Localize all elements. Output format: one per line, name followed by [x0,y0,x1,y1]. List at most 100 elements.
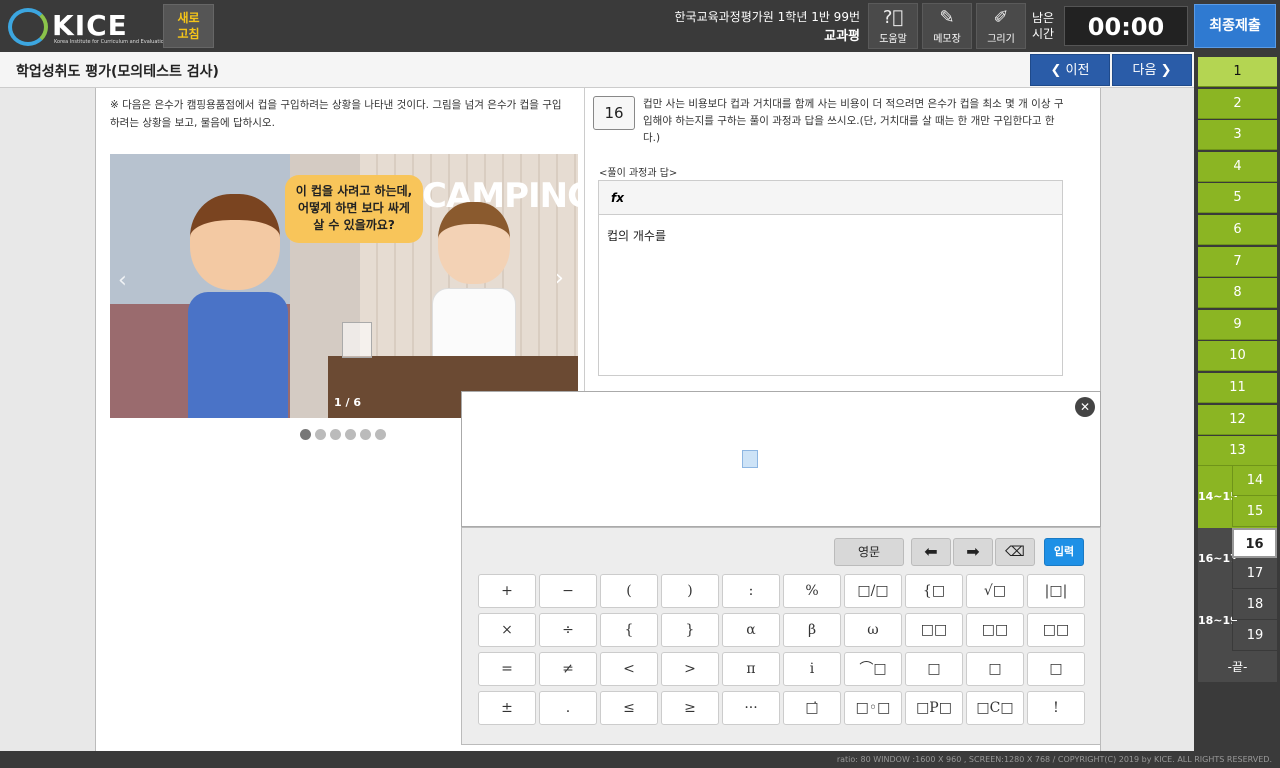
math-key[interactable]: {□ [905,574,963,608]
equation-input-area[interactable]: ✕ [461,391,1101,527]
math-key[interactable]: ± [478,691,536,725]
prev-button[interactable]: ❮ 이전 [1030,54,1110,86]
equation-input-button[interactable]: 입력 [1044,538,1084,566]
math-key[interactable]: × [478,613,536,647]
math-key[interactable]: □□ [905,613,963,647]
math-key[interactable]: − [539,574,597,608]
answer-box[interactable]: fx 컵의 개수를 [598,180,1063,376]
next-button[interactable]: 다음 ❯ [1112,54,1192,86]
math-key[interactable]: □□ [966,613,1024,647]
math-key[interactable]: ≠ [539,652,597,686]
math-key[interactable]: □□ [1027,613,1085,647]
help-label: 도움말 [879,34,907,45]
slide-prev-arrow[interactable]: ‹ [118,268,127,293]
math-key[interactable]: } [661,613,719,647]
math-key[interactable]: = [478,652,536,686]
backspace-icon[interactable]: ⌫ [995,538,1035,566]
math-key[interactable]: □̇ [783,691,841,725]
equation-cursor-box[interactable] [742,450,758,468]
arrow-right-icon[interactable]: ➡ [953,538,993,566]
draw-button[interactable]: ✐ 그리기 [976,3,1026,49]
math-key[interactable]: ( [600,574,658,608]
final-submit-button[interactable]: 최종제출 [1194,4,1276,48]
math-key[interactable]: □◦□ [844,691,902,725]
math-key[interactable]: □/□ [844,574,902,608]
question-button[interactable]: 5 [1198,183,1277,214]
close-icon[interactable]: ✕ [1075,397,1095,417]
math-key[interactable]: > [661,652,719,686]
question-button[interactable]: 17 [1232,559,1277,589]
question-button[interactable]: 19 [1232,621,1277,651]
math-key[interactable]: ! [1027,691,1085,725]
math-key[interactable]: : [722,574,780,608]
question-button[interactable]: 3 [1198,120,1277,151]
math-key[interactable]: { [600,613,658,647]
arrow-left-icon[interactable]: ⬅ [911,538,951,566]
question-button[interactable]: 15 [1232,497,1277,527]
answer-text[interactable]: 컵의 개수를 [599,215,1062,256]
math-key[interactable]: |□| [1027,574,1085,608]
math-key[interactable]: ≤ [600,691,658,725]
math-key[interactable]: ÷ [539,613,597,647]
end-button[interactable]: -끝- [1198,652,1277,682]
question-button[interactable]: 12 [1198,404,1277,435]
math-key[interactable]: □C□ [966,691,1024,725]
math-key[interactable]: + [478,574,536,608]
bubble-line-2: 어떻게 하면 보다 싸게 [298,201,410,215]
help-button[interactable]: ?⃝ 도움말 [868,3,918,49]
math-key[interactable]: □P□ [905,691,963,725]
slide-dot[interactable] [315,429,326,440]
question-button[interactable]: 8 [1198,278,1277,309]
question-button[interactable]: 4 [1198,151,1277,182]
math-key[interactable]: √□ [966,574,1024,608]
panel-divider [584,88,585,391]
question-button[interactable]: 2 [1198,88,1277,119]
clerk-body [432,288,516,362]
student-class: 한국교육과정평가원 1학년 1반 99번 [674,10,860,24]
slide-dot[interactable] [330,429,341,440]
kice-logo: KICE Korea Institute for Curriculum and … [8,6,167,46]
kice-logo-icon [8,8,48,46]
question-button[interactable]: 18 [1232,590,1277,620]
math-key[interactable]: □ [966,652,1024,686]
slide-dot[interactable] [375,429,386,440]
slide-dot[interactable] [345,429,356,440]
math-key[interactable]: ω [844,613,902,647]
math-key[interactable]: i [783,652,841,686]
math-key[interactable]: α [722,613,780,647]
question-button[interactable]: 9 [1198,309,1277,340]
math-key[interactable]: ≥ [661,691,719,725]
math-key[interactable]: . [539,691,597,725]
answer-label: <풀이 과정과 답> [599,168,678,179]
eunsu-body [188,292,288,418]
equation-keypad: 영문 ⬅ ➡ ⌫ 입력 + −():% □/□ {□ √□ |□| × ÷{} α β ω □□ □□ □… [461,527,1101,745]
question-button[interactable]: 13 [1198,436,1277,467]
math-key[interactable]: ··· [722,691,780,725]
question-button[interactable]: 1 [1198,57,1277,87]
math-key[interactable]: □ [905,652,963,686]
math-key[interactable]: π [722,652,780,686]
formula-icon[interactable]: fx [599,181,1062,215]
slide-next-arrow[interactable]: › [555,266,564,291]
math-key[interactable]: ⌒□ [844,652,902,686]
question-button[interactable]: 11 [1198,373,1277,403]
math-key[interactable]: □ [1027,652,1085,686]
bubble-line-1: 이 컵을 사려고 하는데, [295,184,413,198]
eunsu-figure [180,194,300,418]
refresh-button[interactable]: 새로 고침 [163,4,214,48]
question-button[interactable]: 6 [1198,215,1277,245]
question-button[interactable]: 16 [1232,528,1277,558]
slide-dot[interactable] [360,429,371,440]
memo-button[interactable]: ✎ 메모장 [922,3,972,49]
question-button[interactable]: 7 [1198,246,1277,277]
english-mode-button[interactable]: 영문 [834,538,904,566]
eunsu-head [190,194,280,290]
speech-bubble: 이 컵을 사려고 하는데, 어떻게 하면 보다 싸게 살 수 있을까요? [285,175,423,243]
question-button[interactable]: 14 [1232,466,1277,496]
math-key[interactable]: ) [661,574,719,608]
question-button[interactable]: 10 [1198,341,1277,372]
slide-dot[interactable] [300,429,311,440]
math-key[interactable]: % [783,574,841,608]
math-key[interactable]: β [783,613,841,647]
math-key[interactable]: < [600,652,658,686]
